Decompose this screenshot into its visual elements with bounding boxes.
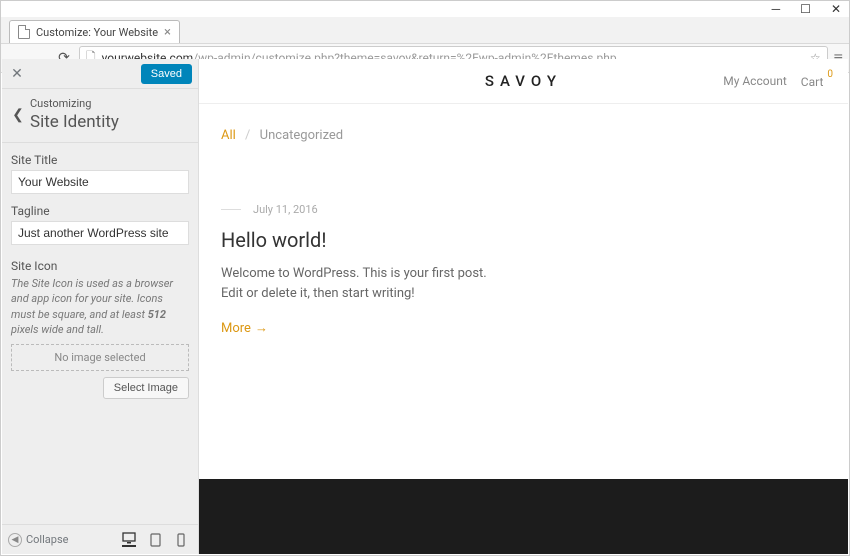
collapse-button[interactable]: ◀ Collapse <box>8 533 68 547</box>
preview-header-right: My Account Cart 0 <box>723 73 832 89</box>
more-link[interactable]: More→ <box>221 321 268 336</box>
desktop-preview-icon[interactable] <box>122 533 136 547</box>
post-title[interactable]: Hello world! <box>221 228 826 252</box>
tab-close-icon[interactable]: × <box>164 25 171 40</box>
close-customizer-button[interactable]: ✕ <box>2 66 32 82</box>
site-icon-description: The Site Icon is used as a browser and a… <box>11 276 189 338</box>
collapse-icon: ◀ <box>8 533 22 547</box>
customizer-topbar: ✕ Saved <box>2 59 198 89</box>
cart-count: 0 <box>827 69 833 80</box>
browser-tab[interactable]: Customize: Your Website × <box>9 20 180 43</box>
arrow-right-icon: → <box>255 321 268 336</box>
site-logo[interactable]: SAVOY <box>485 72 562 90</box>
back-arrow-icon[interactable]: ❮ <box>6 107 30 123</box>
site-title-label: Site Title <box>11 153 189 167</box>
breadcrumb-separator: / <box>245 128 250 143</box>
category-uncategorized[interactable]: Uncategorized <box>260 128 343 143</box>
customizer-body: Site Title Tagline Site Icon The Site Ic… <box>2 143 198 409</box>
preview-footer <box>199 479 848 554</box>
window-minimize-icon[interactable]: ─ <box>772 2 781 16</box>
no-image-placeholder: No image selected <box>11 344 189 371</box>
category-breadcrumb: All / Uncategorized <box>221 128 826 143</box>
section-title: Site Identity <box>30 112 119 132</box>
select-image-button[interactable]: Select Image <box>103 377 189 399</box>
cart-link[interactable]: Cart 0 <box>801 73 832 89</box>
window-maximize-icon[interactable]: ☐ <box>800 2 811 16</box>
device-preview-buttons <box>122 533 192 547</box>
window-close-icon[interactable]: ✕ <box>831 2 841 16</box>
meta-dash <box>221 209 241 210</box>
browser-chrome: ─ ☐ ✕ Customize: Your Website × ← → ⟳ 🗋 … <box>1 1 849 57</box>
site-icon-label: Site Icon <box>11 259 189 273</box>
preview-header: SAVOY My Account Cart 0 <box>199 59 848 104</box>
post-meta: July 11, 2016 <box>221 203 826 216</box>
site-title-input[interactable] <box>11 170 189 194</box>
page-icon <box>18 25 30 39</box>
customizer-panel: ✕ Saved ❮ Customizing Site Identity Site… <box>2 59 199 554</box>
tab-bar: Customize: Your Website × <box>1 17 849 43</box>
customizing-label: Customizing <box>30 97 119 110</box>
preview-pane: SAVOY My Account Cart 0 All / Uncategori… <box>199 59 848 554</box>
collapse-label: Collapse <box>26 533 68 546</box>
tagline-label: Tagline <box>11 204 189 218</box>
tablet-preview-icon[interactable] <box>148 533 162 547</box>
saved-button[interactable]: Saved <box>141 64 192 84</box>
preview-body: All / Uncategorized July 11, 2016 Hello … <box>199 104 848 360</box>
customizer-header: ❮ Customizing Site Identity <box>2 89 198 143</box>
tagline-input[interactable] <box>11 221 189 245</box>
post-date: July 11, 2016 <box>253 203 318 216</box>
my-account-link[interactable]: My Account <box>723 74 787 88</box>
window-controls: ─ ☐ ✕ <box>1 1 849 17</box>
tab-title: Customize: Your Website <box>36 26 158 39</box>
post-excerpt: Welcome to WordPress. This is your first… <box>221 264 501 303</box>
customizer-footer: ◀ Collapse <box>2 524 198 554</box>
category-all[interactable]: All <box>221 128 236 143</box>
mobile-preview-icon[interactable] <box>174 533 188 547</box>
